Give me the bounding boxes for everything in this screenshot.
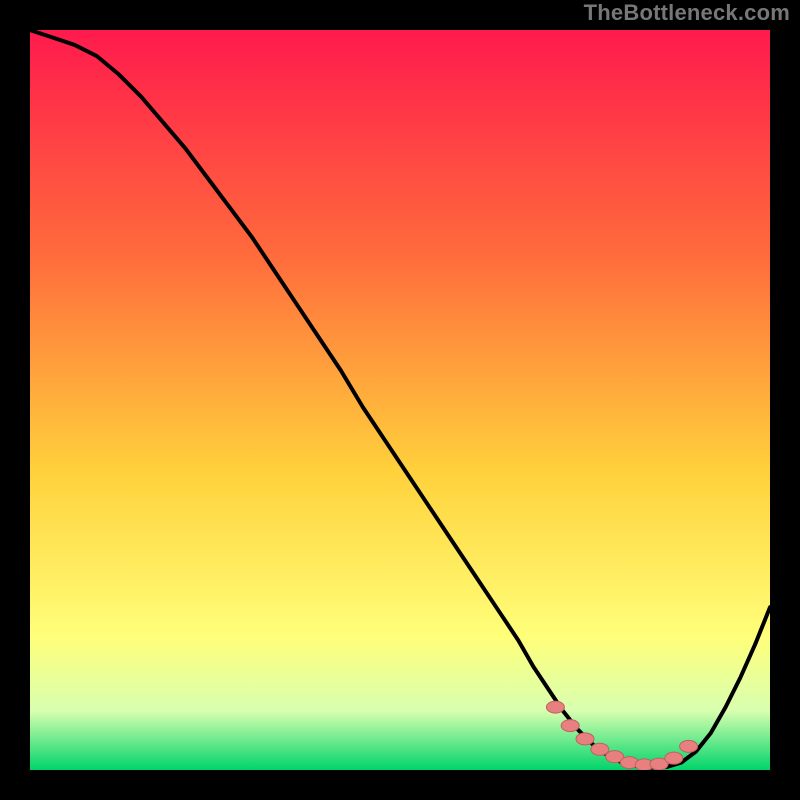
- plot-area: [30, 30, 770, 770]
- chart-frame: TheBottleneck.com: [0, 0, 800, 800]
- chart-svg: [30, 30, 770, 770]
- optimal-marker: [680, 740, 698, 752]
- optimal-marker: [591, 743, 609, 755]
- optimal-marker: [576, 733, 594, 745]
- gradient-background: [30, 30, 770, 770]
- watermark-label: TheBottleneck.com: [584, 0, 790, 26]
- optimal-marker: [546, 701, 564, 713]
- optimal-marker: [561, 720, 579, 732]
- optimal-marker: [665, 752, 683, 764]
